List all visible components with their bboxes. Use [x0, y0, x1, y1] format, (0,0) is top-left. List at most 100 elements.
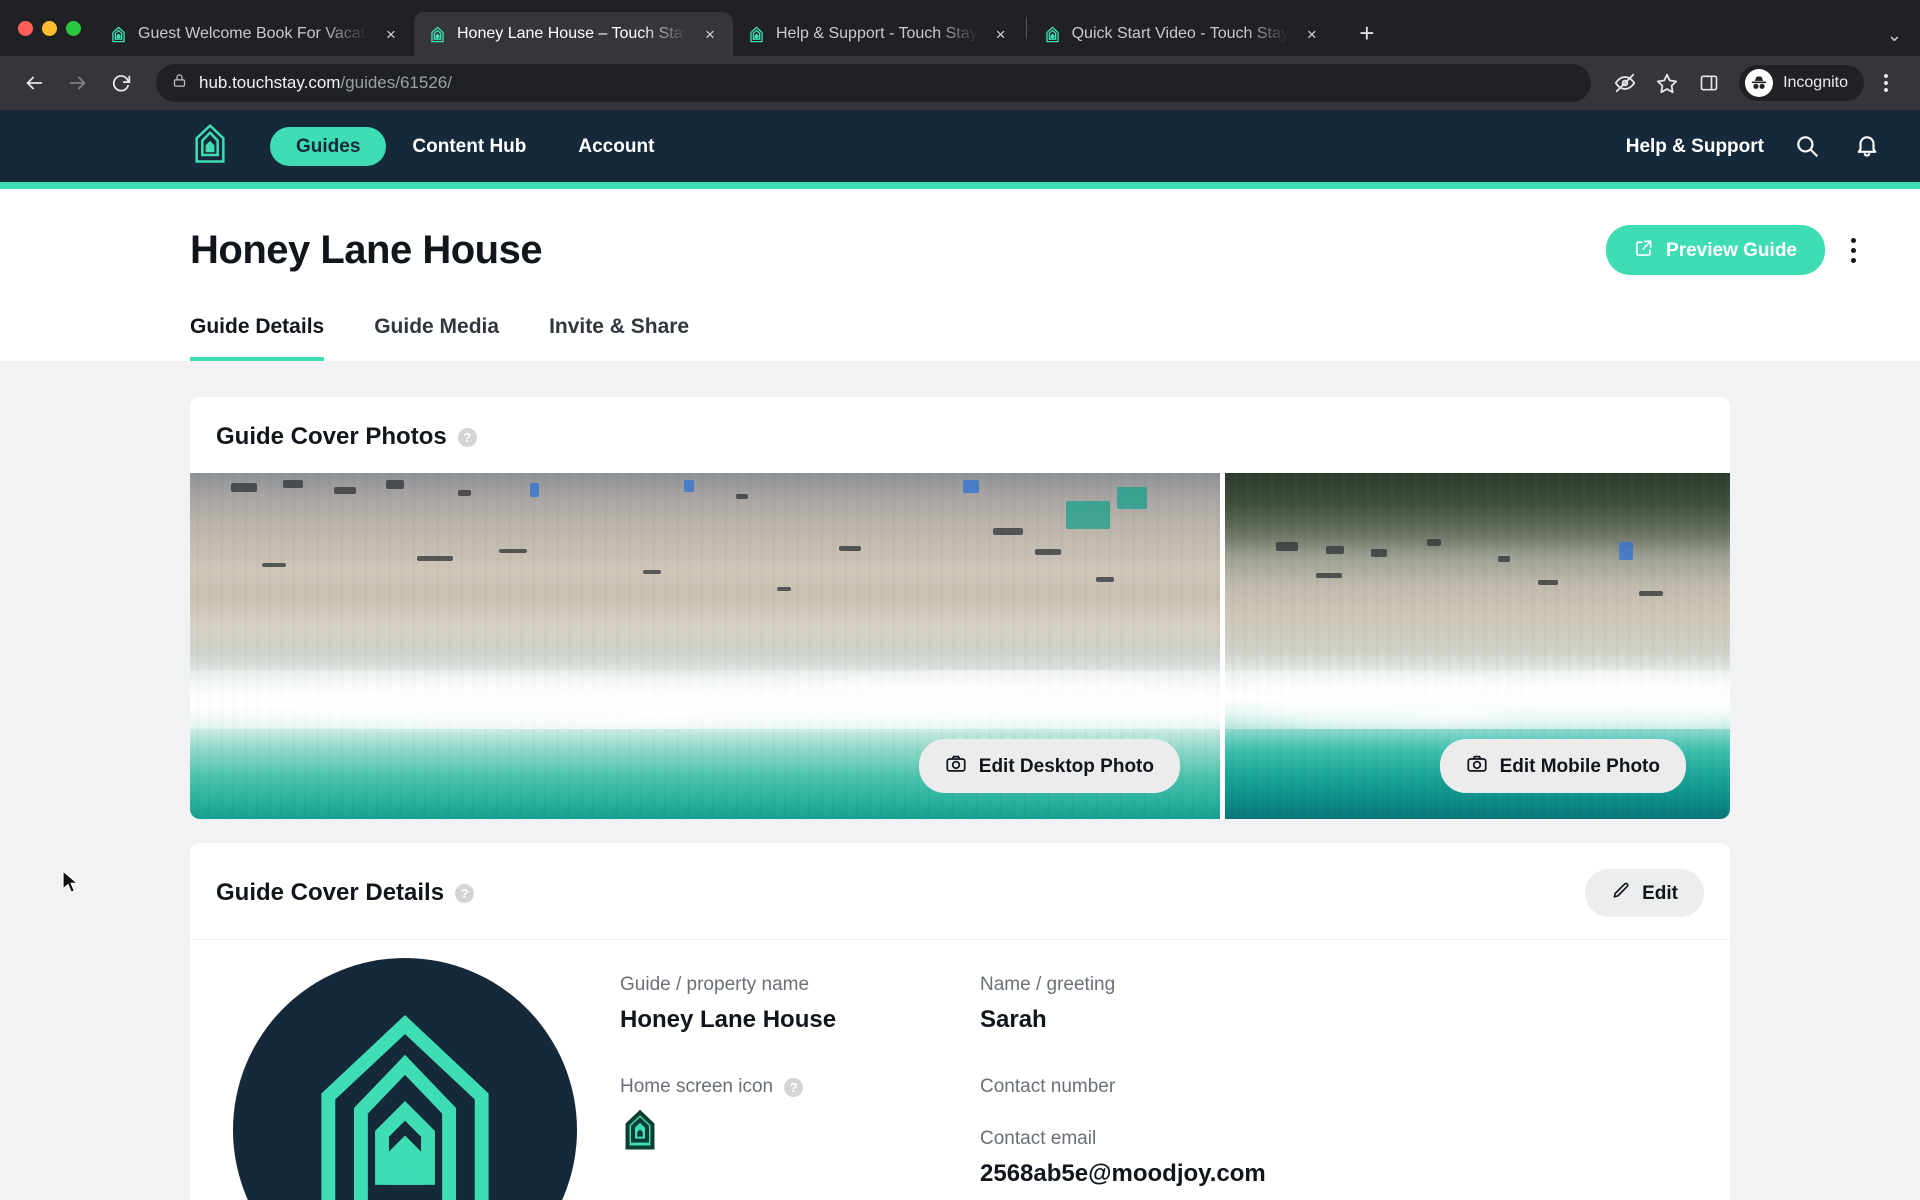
nav-item-help-support[interactable]: Help & Support: [1626, 127, 1764, 166]
edit-mobile-photo-button[interactable]: Edit Mobile Photo: [1439, 739, 1686, 793]
tab-invite-share[interactable]: Invite & Share: [549, 315, 689, 361]
guide-house-logo-icon: [233, 958, 577, 1200]
address-bar[interactable]: hub.touchstay.com/guides/61526/: [156, 64, 1592, 102]
preview-guide-button[interactable]: Preview Guide: [1606, 225, 1825, 275]
tab-close-icon[interactable]: ×: [1299, 21, 1325, 47]
edit-cover-details-button[interactable]: Edit: [1585, 869, 1704, 917]
back-arrow-icon[interactable]: [14, 63, 54, 103]
tab-guide-media[interactable]: Guide Media: [374, 315, 499, 361]
card-title: Guide Cover Photos: [216, 423, 447, 450]
app-nav-right: Help & Support: [1626, 127, 1884, 166]
nav-item-account[interactable]: Account: [552, 127, 680, 166]
accent-divider: [0, 182, 1920, 189]
cover-details-fields: Guide / property name Honey Lane House H…: [620, 940, 1730, 1200]
window-controls: [14, 0, 95, 56]
touch-stay-favicon-icon: [109, 25, 128, 44]
app-navigation-bar: Guides Content Hub Account Help & Suppor…: [0, 110, 1920, 182]
cover-photo-row: Edit Desktop Photo Edit Mobile Photo: [190, 473, 1730, 819]
contact-email-value: 2568ab5e@moodjoy.com: [980, 1160, 1266, 1187]
help-icon[interactable]: ?: [457, 427, 477, 447]
mobile-cover-photo[interactable]: Edit Mobile Photo: [1225, 473, 1730, 819]
nav-item-content-hub[interactable]: Content Hub: [386, 127, 552, 166]
address-bar-text: hub.touchstay.com/guides/61526/: [199, 73, 452, 93]
profile-incognito-button[interactable]: Incognito: [1739, 65, 1864, 101]
mouse-cursor-icon: [62, 869, 82, 901]
tab-close-icon[interactable]: ×: [988, 21, 1014, 47]
browser-tab-strip: Guest Welcome Book For Vacation × Honey …: [0, 0, 1920, 56]
page-content: Guide Cover Photos ? Edit Desktop Photo …: [0, 361, 1920, 1200]
tab-title: Help & Support - Touch Stay: [776, 25, 978, 42]
browser-tab-active[interactable]: Honey Lane House – Touch Stay ×: [414, 12, 733, 56]
preview-guide-label: Preview Guide: [1666, 239, 1797, 261]
eye-off-icon[interactable]: [1605, 63, 1645, 103]
profile-label: Incognito: [1783, 74, 1848, 91]
home-screen-house-icon: [620, 1108, 980, 1157]
touch-stay-favicon-icon: [428, 25, 447, 44]
forward-arrow-icon[interactable]: [58, 63, 98, 103]
tab-title: Quick Start Video - Touch Stay: [1071, 25, 1289, 42]
guide-cover-details-card: Guide Cover Details ? Edit Guide / prope…: [190, 843, 1730, 1200]
nav-item-guides[interactable]: Guides: [270, 126, 387, 166]
browser-tab[interactable]: Guest Welcome Book For Vacation ×: [95, 12, 414, 56]
star-icon[interactable]: [1647, 63, 1687, 103]
external-link-icon: [1634, 238, 1654, 262]
tab-search-caret-icon[interactable]: ⌄: [1887, 25, 1902, 46]
tab-close-icon[interactable]: ×: [697, 21, 723, 47]
browser-tab[interactable]: Help & Support - Touch Stay ×: [733, 12, 1024, 56]
minimize-window-button[interactable]: [42, 20, 57, 36]
desktop-cover-photo[interactable]: Edit Desktop Photo: [190, 473, 1220, 819]
touch-stay-favicon-icon: [747, 25, 766, 44]
url-path: /guides/61526/: [340, 73, 452, 92]
contact-email-label: Contact email: [980, 1128, 1097, 1149]
notification-bell-icon[interactable]: [1850, 129, 1884, 163]
edit-desktop-photo-label: Edit Desktop Photo: [978, 755, 1154, 777]
contact-number-label: Contact number: [980, 1076, 1116, 1097]
touch-stay-logo-icon[interactable]: [190, 122, 230, 171]
help-icon[interactable]: ?: [784, 1077, 804, 1097]
new-tab-button[interactable]: +: [1347, 13, 1387, 53]
tab-divider: [1025, 17, 1027, 39]
guide-cover-photos-card: Guide Cover Photos ? Edit Desktop Photo …: [190, 397, 1730, 819]
field-column-left: Guide / property name Honey Lane House H…: [620, 974, 980, 1200]
page-header-actions: Preview Guide: [1606, 225, 1884, 275]
card-header: Guide Cover Photos ?: [190, 397, 1730, 473]
property-name-label: Guide / property name: [620, 974, 810, 995]
cover-details-body: Guide / property name Honey Lane House H…: [190, 939, 1730, 1200]
toolbar-right-actions: Incognito: [1605, 63, 1906, 103]
lock-icon: [172, 73, 187, 93]
property-name-value: Honey Lane House: [620, 1006, 837, 1033]
page-viewport: Guides Content Hub Account Help & Suppor…: [0, 110, 1920, 1200]
greeting-label: Name / greeting: [980, 974, 1116, 995]
page-more-menu-icon[interactable]: [1841, 232, 1866, 269]
help-icon[interactable]: ?: [455, 883, 475, 903]
tab-title: Guest Welcome Book For Vacation: [138, 25, 368, 42]
url-domain: hub.touchstay.com: [199, 73, 341, 92]
maximize-window-button[interactable]: [66, 20, 81, 36]
pencil-icon: [1611, 881, 1631, 905]
camera-icon: [945, 753, 967, 779]
card-title: Guide Cover Details: [216, 879, 445, 906]
home-screen-icon-label: Home screen icon ?: [620, 1076, 980, 1098]
search-icon[interactable]: [1790, 129, 1824, 163]
guide-logo-column: [190, 940, 620, 1200]
tab-list: Guest Welcome Book For Vacation × Honey …: [95, 0, 1920, 56]
chrome-menu-icon[interactable]: [1866, 63, 1906, 103]
browser-toolbar: hub.touchstay.com/guides/61526/ Incognit…: [0, 56, 1920, 110]
card-header: Guide Cover Details ? Edit: [190, 843, 1730, 939]
tab-title: Honey Lane House – Touch Stay: [457, 25, 687, 42]
browser-tab[interactable]: Quick Start Video - Touch Stay ×: [1029, 12, 1335, 56]
greeting-value: Sarah: [980, 1006, 1047, 1033]
page-header: Honey Lane House Preview Guide Guide Det…: [0, 189, 1920, 361]
incognito-avatar-icon: [1745, 69, 1774, 97]
edit-label: Edit: [1642, 882, 1678, 904]
touch-stay-favicon-icon: [1043, 25, 1062, 44]
camera-icon: [1466, 753, 1488, 779]
edit-desktop-photo-button[interactable]: Edit Desktop Photo: [918, 739, 1180, 793]
tab-guide-details[interactable]: Guide Details: [190, 315, 325, 361]
tab-close-icon[interactable]: ×: [378, 21, 404, 47]
close-window-button[interactable]: [18, 20, 33, 36]
field-column-right: Name / greeting Sarah Contact number Con…: [980, 974, 1690, 1200]
side-panel-icon[interactable]: [1689, 63, 1729, 103]
reload-icon[interactable]: [102, 63, 142, 103]
page-tabs: Guide Details Guide Media Invite & Share: [0, 275, 1920, 361]
